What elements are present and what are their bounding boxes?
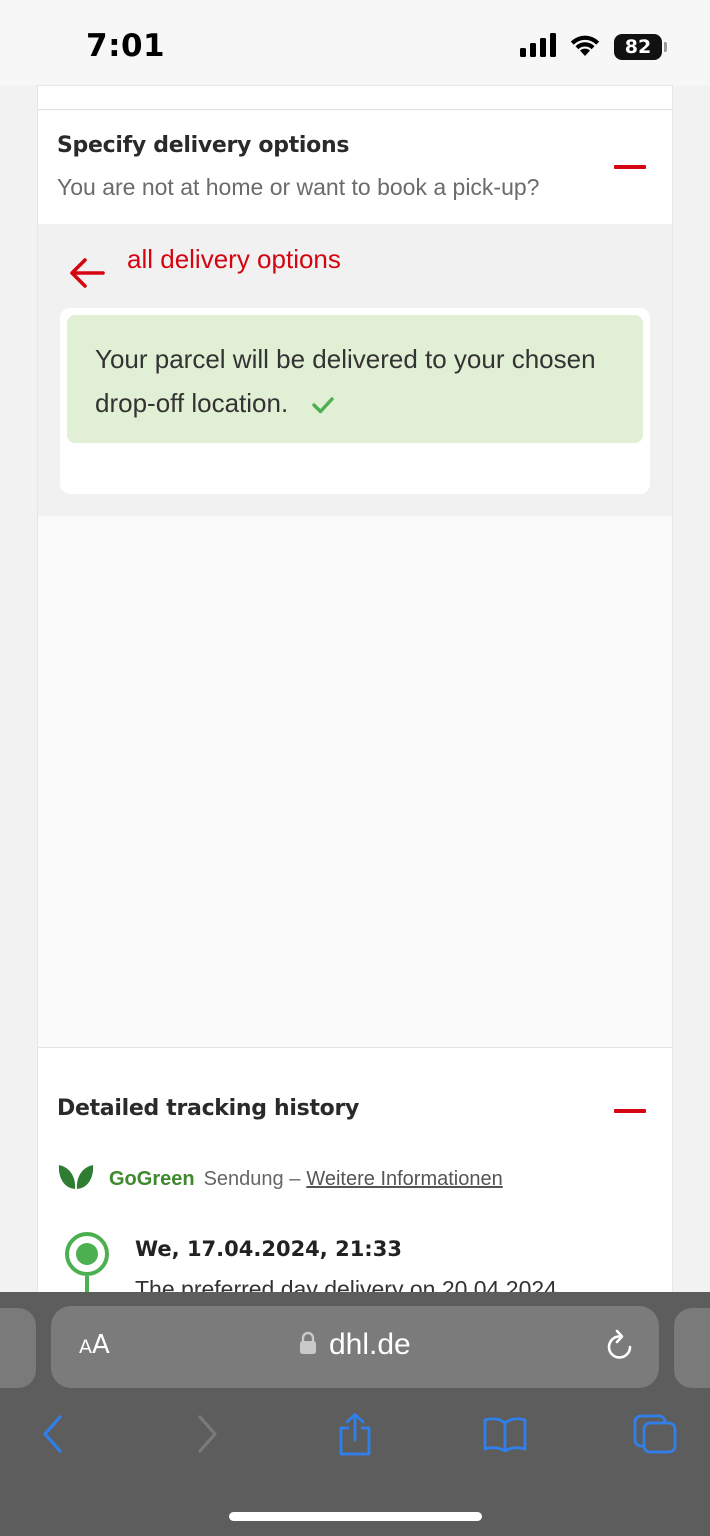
reader-settings-button[interactable]: AA — [79, 1330, 110, 1360]
more-information-link[interactable]: Weitere Informationen — [306, 1168, 502, 1191]
previous-tab-preview[interactable] — [0, 1308, 36, 1388]
page-content: Specify delivery options You are not at … — [38, 86, 672, 1306]
success-message-box: Your parcel will be delivered to your ch… — [67, 315, 643, 443]
gogreen-text: Sendung – — [203, 1167, 301, 1190]
reload-icon — [603, 1329, 637, 1368]
gogreen-row: GoGreen Sendung – Weitere Informationen — [57, 1164, 503, 1194]
forward-button[interactable] — [182, 1414, 232, 1458]
delivery-options-header[interactable]: Specify delivery options You are not at … — [38, 111, 672, 224]
success-message-text: Your parcel will be delivered to your ch… — [95, 344, 596, 418]
leaf-icon — [57, 1162, 95, 1196]
reload-button[interactable] — [603, 1328, 637, 1369]
tabs-icon — [633, 1414, 677, 1459]
book-icon — [482, 1415, 528, 1458]
collapse-delivery-options-button[interactable] — [614, 165, 646, 169]
checkmark-icon — [311, 395, 335, 420]
address-bar[interactable]: AA dhl.de — [51, 1306, 659, 1388]
timeline-dot-icon — [65, 1232, 109, 1276]
chevron-left-icon — [41, 1414, 65, 1459]
all-delivery-options-link[interactable]: all delivery options — [68, 244, 388, 294]
delivery-options-title: Specify delivery options — [57, 133, 350, 158]
tracking-history-title: Detailed tracking history — [57, 1096, 360, 1121]
share-button[interactable] — [330, 1412, 380, 1461]
battery-indicator: 82 — [614, 34, 667, 60]
browser-toolbar: AA dhl.de — [0, 1292, 710, 1536]
bookmarks-button[interactable] — [480, 1414, 530, 1458]
all-delivery-options-label: all delivery options — [127, 244, 341, 274]
gogreen-brand: GoGreen — [109, 1167, 195, 1190]
collapse-tracking-history-button[interactable] — [614, 1109, 646, 1113]
drop-off-card: Your parcel will be delivered to your ch… — [60, 308, 650, 494]
previous-section-edge — [38, 86, 672, 110]
wifi-icon — [568, 32, 602, 63]
back-button[interactable] — [28, 1414, 78, 1458]
url-text: dhl.de — [329, 1328, 411, 1361]
lock-icon — [299, 1331, 317, 1360]
signal-icon — [520, 32, 556, 62]
status-bar: 7:01 82 — [0, 0, 710, 86]
share-icon — [336, 1412, 374, 1461]
next-tab-preview[interactable] — [674, 1308, 710, 1388]
tracking-event-date: We, 17.04.2024, 21:33 — [135, 1237, 402, 1261]
arrow-left-icon — [68, 256, 106, 295]
chevron-right-icon — [195, 1414, 219, 1459]
tracking-history-section: Detailed tracking history GoGreen Sendun… — [38, 1048, 672, 1306]
status-icons: 82 — [520, 30, 667, 64]
url-display[interactable]: dhl.de — [299, 1328, 411, 1362]
delivery-options-panel: all delivery options Your parcel will be… — [38, 224, 672, 516]
delivery-options-subtitle: You are not at home or want to book a pi… — [57, 174, 540, 200]
tabs-button[interactable] — [630, 1414, 680, 1458]
status-time: 7:01 — [86, 28, 166, 64]
home-indicator — [229, 1512, 482, 1521]
